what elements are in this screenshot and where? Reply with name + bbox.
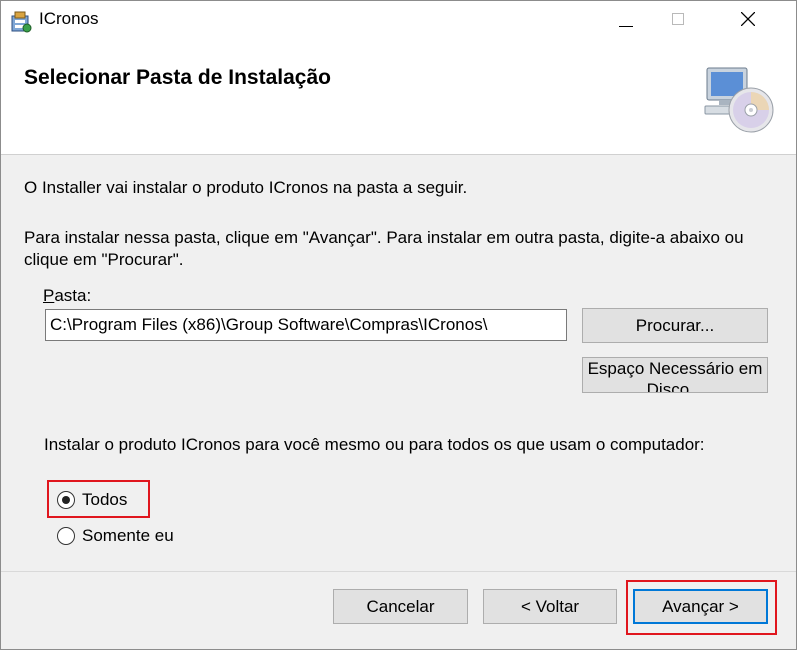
folder-path-input[interactable]: [45, 309, 567, 341]
maximize-icon: [672, 13, 684, 25]
close-icon: [740, 11, 756, 31]
title-bar[interactable]: ICronos: [1, 1, 796, 37]
minimize-icon: [619, 26, 633, 27]
computer-cd-icon: [701, 64, 777, 134]
close-button[interactable]: [725, 1, 771, 37]
back-button[interactable]: < Voltar: [483, 589, 617, 624]
radio-button-unselected[interactable]: [57, 527, 75, 545]
installer-window: ICronos Selecionar Pasta de Instalação O…: [0, 0, 797, 650]
highlight-box-next: [626, 580, 777, 635]
intro-text: O Installer vai instalar o produto ICron…: [24, 178, 468, 197]
folder-label-rest: asta:: [54, 286, 92, 305]
radio-label-somente-eu[interactable]: Somente eu: [82, 525, 174, 547]
install-scope-prompt: Instalar o produto ICronos para você mes…: [44, 435, 705, 454]
minimize-button[interactable]: [603, 1, 649, 37]
instructions-text: Para instalar nessa pasta, clique em "Av…: [24, 228, 744, 269]
installer-package-icon: [9, 10, 33, 34]
folder-label-accelerator: P: [43, 286, 55, 305]
wizard-header: Selecionar Pasta de Instalação: [1, 37, 796, 155]
highlight-box-todos: [47, 480, 150, 518]
footer-divider: [1, 571, 796, 572]
disk-cost-button[interactable]: Espaço Necessário em Disco...: [582, 357, 768, 393]
maximize-button[interactable]: [655, 1, 701, 37]
browse-button[interactable]: Procurar...: [582, 308, 768, 343]
page-title: Selecionar Pasta de Instalação: [24, 66, 331, 89]
window-title: ICronos: [39, 9, 99, 28]
cancel-button[interactable]: Cancelar: [333, 589, 468, 624]
folder-label: Pasta:: [43, 285, 91, 307]
